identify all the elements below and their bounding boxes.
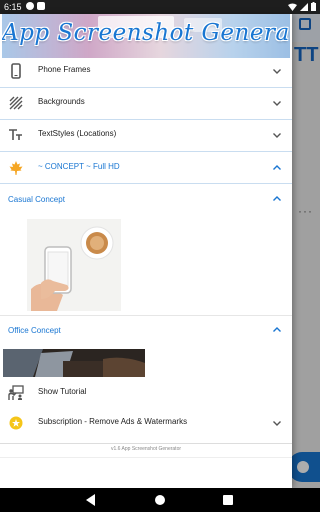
home-icon[interactable] [155, 495, 165, 505]
menu-item-label: Backgrounds [38, 97, 85, 106]
menu-item-show-tutorial[interactable]: Show Tutorial [0, 378, 292, 408]
menu-item-subscription[interactable]: Subscription - Remove Ads & Watermarks [0, 408, 292, 438]
chevron-up-icon [273, 165, 281, 170]
phone-icon [11, 63, 21, 79]
header-banner: App Screenshot Generator [2, 14, 290, 58]
chevron-down-icon [273, 421, 281, 426]
hatch-pattern-icon [9, 96, 23, 110]
notification-icons [26, 2, 45, 10]
footer-divider [0, 457, 292, 458]
version-text: v1.6 App Screenshot Generator [110, 446, 182, 452]
menu-divider [0, 151, 292, 152]
system-icons [288, 2, 316, 11]
menu-item-label: TextStyles (Locations) [38, 129, 117, 138]
office-concept-title[interactable]: Office Concept [8, 326, 61, 335]
maple-leaf-icon [9, 161, 23, 175]
hand-phone-coffee-image [27, 219, 121, 311]
office-concept-thumbnail[interactable] [3, 349, 145, 377]
menu-item-label: ~ CONCEPT ~ Full HD [38, 162, 120, 171]
footer-divider [0, 443, 292, 444]
chevron-down-icon [273, 69, 281, 74]
menu-item-backgrounds[interactable]: Backgrounds [0, 88, 292, 118]
menu-item-phone-frames[interactable]: Phone Frames [0, 56, 292, 86]
menu-item-label: Show Tutorial [38, 387, 87, 396]
chevron-up-icon[interactable] [272, 194, 282, 204]
chevron-down-icon [273, 133, 281, 138]
menu-item-concept-full-hd[interactable]: ~ CONCEPT ~ Full HD [0, 153, 292, 183]
menu-divider [0, 183, 292, 184]
office-desk-image [3, 349, 145, 377]
recent-apps-icon[interactable] [223, 495, 233, 505]
casual-concept-thumbnail[interactable] [27, 219, 121, 311]
status-bar: 6:15 [0, 0, 320, 14]
status-time: 6:15 [4, 2, 22, 12]
star-badge-icon [9, 416, 23, 430]
text-style-icon [9, 129, 22, 140]
battery-icon [311, 2, 316, 11]
back-icon[interactable] [86, 494, 96, 506]
presentation-icon [8, 385, 24, 400]
navigation-drawer: App Screenshot Generator Phone Frames Ba… [0, 14, 292, 488]
banner-title: App Screenshot Generator [2, 20, 290, 46]
sd-card-icon [37, 2, 45, 10]
casual-concept-title[interactable]: Casual Concept [8, 195, 65, 204]
notification-icon [26, 2, 34, 10]
navigation-bar [0, 488, 320, 512]
chevron-up-icon[interactable] [272, 325, 282, 335]
menu-item-label: Subscription - Remove Ads & Watermarks [38, 417, 188, 426]
section-divider [0, 315, 292, 316]
chevron-down-icon [273, 101, 281, 106]
signal-icon [300, 2, 308, 11]
menu-item-label: Phone Frames [38, 65, 91, 74]
wifi-icon [288, 3, 297, 11]
menu-item-text-styles[interactable]: TextStyles (Locations) [0, 120, 292, 150]
